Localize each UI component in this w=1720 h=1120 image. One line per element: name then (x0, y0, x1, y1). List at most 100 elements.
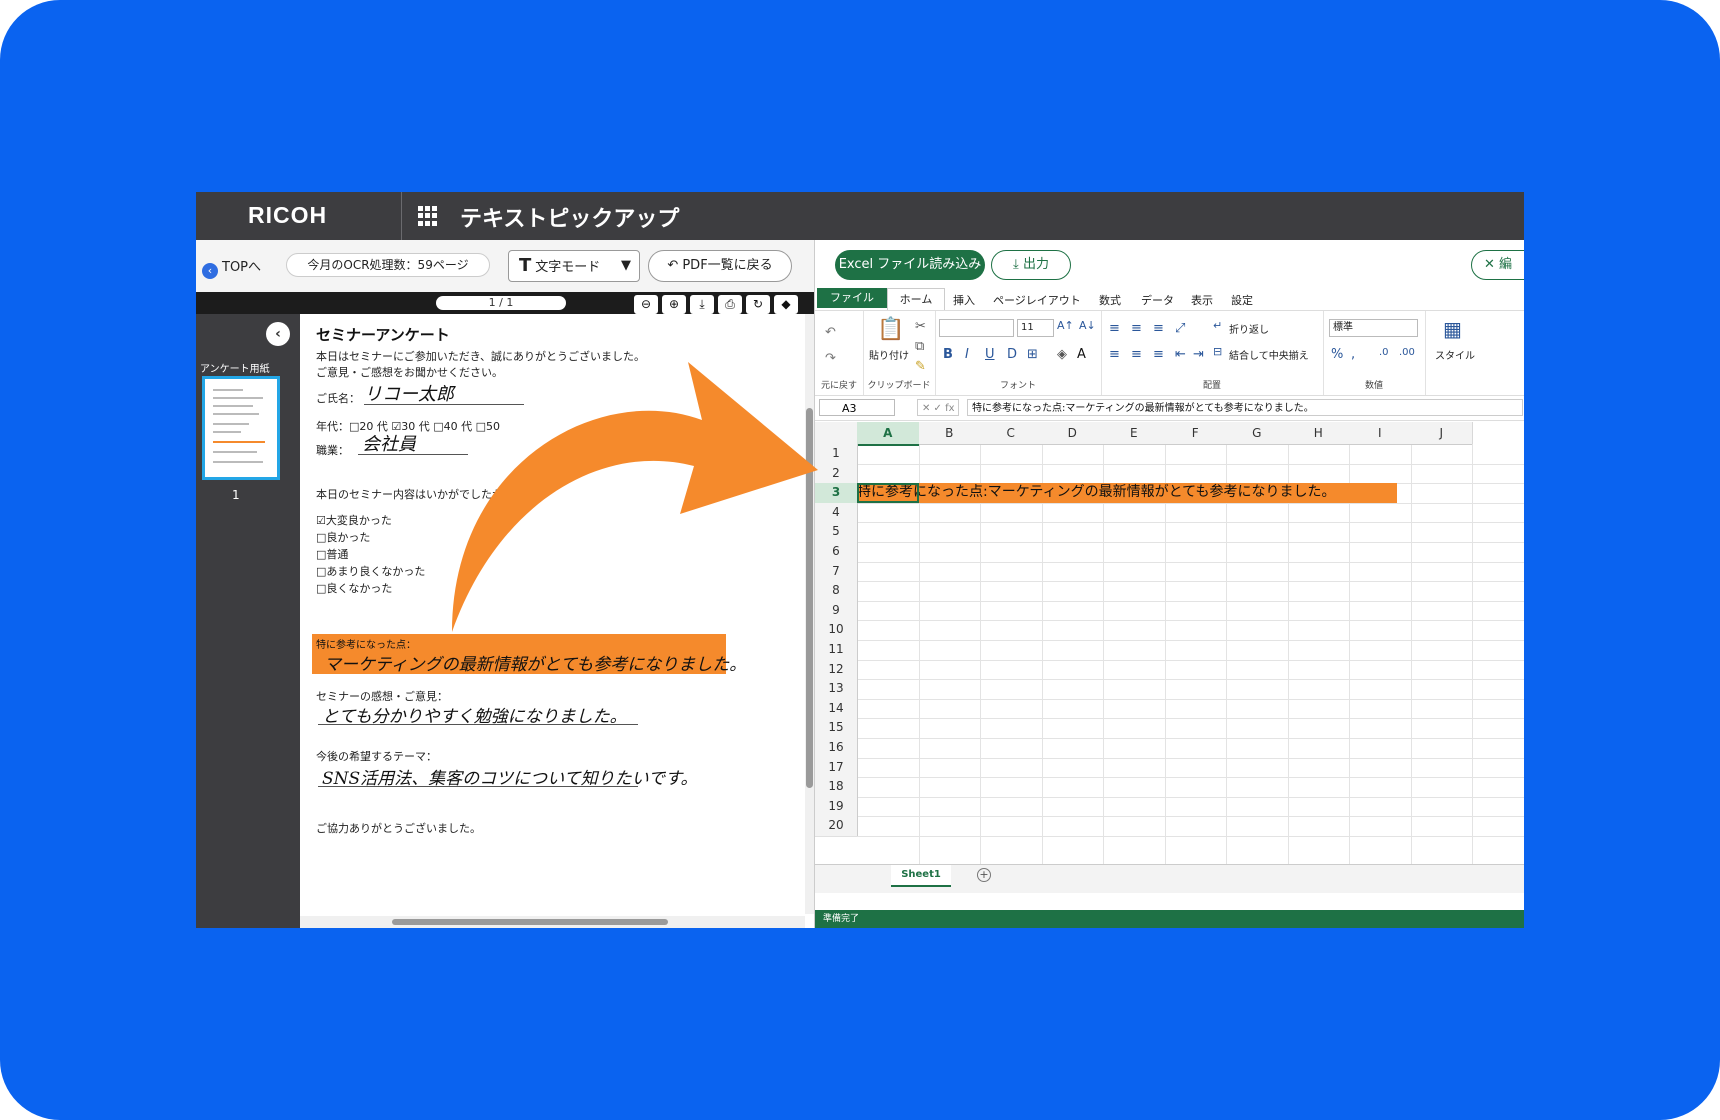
italic-icon[interactable]: I (965, 347, 969, 362)
row-header[interactable]: 12 (815, 659, 858, 681)
increase-font-icon[interactable]: A↑ (1057, 319, 1074, 332)
row-header[interactable]: 17 (815, 757, 858, 779)
merge-label[interactable]: 結合して中央揃え (1229, 347, 1309, 362)
fill-color-icon[interactable]: ◈ (1057, 347, 1067, 362)
align-middle-icon[interactable]: ≡ (1131, 321, 1142, 336)
decrease-indent-icon[interactable]: ⇤ (1175, 347, 1186, 362)
name-box[interactable]: A3 (819, 399, 895, 416)
row-header[interactable]: 11 (815, 640, 858, 661)
zoom-out-icon[interactable]: ⊖ (634, 295, 658, 314)
vertical-scrollbar[interactable] (805, 314, 814, 914)
column-header[interactable]: F (1164, 422, 1227, 445)
text-mode-dropdown[interactable]: T 文字モード ▼ (508, 250, 640, 282)
copy-icon[interactable]: ⧉ (915, 339, 924, 354)
font-size-select[interactable]: 11 (1017, 319, 1054, 337)
excel-import-button[interactable]: Excel ファイル読み込み (835, 250, 985, 280)
align-top-icon[interactable]: ≡ (1109, 321, 1120, 336)
cut-icon[interactable]: ✂ (915, 319, 926, 334)
column-header[interactable]: A (857, 422, 920, 446)
row-header[interactable]: 13 (815, 679, 858, 700)
paste-icon[interactable]: 📋 (877, 317, 904, 342)
tab-home[interactable]: ホーム (887, 288, 945, 310)
column-header[interactable]: E (1103, 422, 1166, 445)
sheet-tab[interactable]: Sheet1 (891, 865, 951, 887)
number-format-select[interactable]: 標準 (1329, 319, 1418, 337)
percent-icon[interactable]: % (1331, 347, 1343, 362)
select-all-corner[interactable] (815, 422, 858, 445)
column-header[interactable]: I (1349, 422, 1412, 445)
output-button[interactable]: ⤓ 出力 (991, 250, 1071, 280)
column-header[interactable]: J (1410, 422, 1473, 445)
merge-icon[interactable]: ⊟ (1213, 345, 1222, 358)
spreadsheet-grid[interactable]: A B C D E F G H I J 1 2 3 4 5 6 7 8 9 10 11 12 13 14 15 16 17 18 19 2… (815, 422, 1524, 864)
tab-data[interactable]: データ (1141, 292, 1174, 308)
formula-input[interactable]: 特に参考になった点:マーケティングの最新情報がとても参考になりました。 (967, 399, 1523, 416)
tab-insert[interactable]: 挿入 (953, 292, 975, 308)
decrease-font-icon[interactable]: A↓ (1079, 319, 1096, 332)
edit-button[interactable]: ✕ 編 (1471, 250, 1524, 280)
row-header[interactable]: 4 (815, 502, 858, 524)
row-header[interactable]: 10 (815, 620, 858, 641)
tab-page-layout[interactable]: ページレイアウト (993, 292, 1081, 308)
back-to-pdf-list-button[interactable]: ↶ PDF一覧に戻る (648, 250, 792, 282)
font-color-icon[interactable]: A (1077, 347, 1086, 362)
wrap-text-icon[interactable]: ↵ (1213, 319, 1222, 332)
underline-icon[interactable]: U (985, 347, 995, 362)
wrap-text-label[interactable]: 折り返し (1229, 321, 1269, 336)
row-header[interactable]: 16 (815, 738, 858, 759)
tab-file[interactable]: ファイル (817, 288, 887, 308)
format-painter-icon[interactable]: ✎ (915, 359, 926, 374)
align-bottom-icon[interactable]: ≡ (1153, 321, 1164, 336)
align-right-icon[interactable]: ≡ (1153, 347, 1164, 362)
row-header[interactable]: 2 (815, 463, 858, 485)
tab-settings[interactable]: 設定 (1231, 292, 1253, 308)
font-name-select[interactable] (939, 319, 1014, 337)
tab-formulas[interactable]: 数式 (1099, 292, 1121, 308)
align-center-icon[interactable]: ≡ (1131, 347, 1142, 362)
row-header[interactable]: 19 (815, 796, 858, 818)
comma-icon[interactable]: , (1351, 347, 1355, 362)
style-icon[interactable]: ▦ (1443, 317, 1462, 341)
zoom-in-icon[interactable]: ⊕ (662, 295, 686, 314)
increase-decimal-icon[interactable]: .0 (1379, 347, 1389, 358)
row-header[interactable]: 20 (815, 816, 858, 837)
print-icon[interactable]: ⎙ (718, 295, 742, 314)
bold-icon[interactable]: B (943, 347, 953, 362)
align-left-icon[interactable]: ≡ (1109, 347, 1120, 362)
row-header[interactable]: 8 (815, 581, 858, 602)
row-header[interactable]: 3 (815, 483, 858, 504)
border-icon[interactable]: ⊞ (1027, 347, 1038, 362)
row-header[interactable]: 7 (815, 561, 858, 583)
rotate-icon[interactable]: ↻ (746, 295, 770, 314)
row-header[interactable]: 9 (815, 600, 858, 622)
add-sheet-icon[interactable]: + (977, 868, 991, 882)
row-header[interactable]: 14 (815, 698, 858, 720)
fx-icon[interactable]: ✕ ✓ fx (917, 399, 959, 416)
column-header[interactable]: H (1287, 422, 1350, 445)
redo-icon[interactable]: ↷ (825, 351, 836, 366)
download-icon[interactable]: ⤓ (690, 295, 714, 314)
column-header[interactable]: D (1041, 422, 1104, 445)
row-header[interactable]: 18 (815, 777, 858, 798)
collapse-panel-button[interactable]: ‹ (266, 322, 290, 346)
column-header[interactable]: C (980, 422, 1043, 445)
row-header[interactable]: 1 (815, 444, 858, 465)
row-header[interactable]: 6 (815, 542, 858, 563)
page-thumbnail[interactable] (202, 376, 280, 480)
app-grid-icon[interactable] (418, 206, 438, 226)
row-header[interactable]: 5 (815, 522, 858, 543)
column-header[interactable]: G (1226, 422, 1289, 445)
style-label[interactable]: スタイル (1435, 347, 1475, 362)
highlighted-region[interactable]: 特に参考になった点： マーケティングの最新情報がとても参考になりました。 (312, 634, 746, 675)
increase-indent-icon[interactable]: ⇥ (1193, 347, 1204, 362)
undo-icon[interactable]: ↶ (825, 325, 836, 340)
tab-view[interactable]: 表示 (1191, 292, 1213, 308)
horizontal-scrollbar[interactable] (300, 916, 805, 928)
eraser-icon[interactable]: ◆ (774, 295, 798, 314)
orientation-icon[interactable]: ⤢ (1175, 321, 1185, 336)
column-header[interactable]: B (918, 422, 981, 445)
cell-a3[interactable]: 特に参考になった点:マーケティングの最新情報がとても参考になりました。 (857, 483, 1397, 503)
decrease-decimal-icon[interactable]: .00 (1399, 347, 1415, 358)
paste-label[interactable]: 貼り付け (869, 347, 909, 362)
double-underline-icon[interactable]: D (1007, 347, 1017, 362)
